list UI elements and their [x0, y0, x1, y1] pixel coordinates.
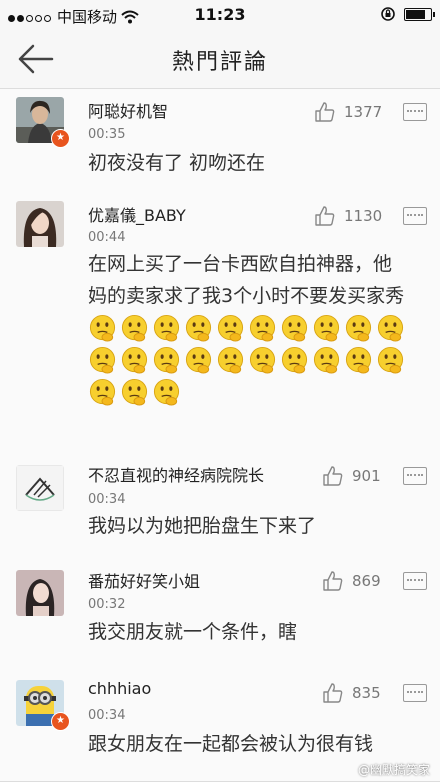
comment-item: ★ 阿聪好机智 00:35 1377 初夜没有了 初吻还在 — [0, 89, 440, 189]
comment-text: 跟女朋友在一起都会被认为很有钱 — [88, 733, 374, 755]
rotation-lock-icon — [381, 7, 395, 21]
thumbs-up-icon — [315, 102, 335, 122]
navigation-bar: 熱門評論 — [0, 30, 440, 89]
comment-item: 优嘉儀_BABY 00:44 1130 在网上买了一台卡西欧自拍神器，他妈的卖家… — [0, 188, 440, 454]
emoji-row — [88, 314, 408, 406]
verified-badge-icon: ★ — [51, 712, 70, 731]
comment-text: 我交朋友就一个条件，瞎 — [88, 621, 298, 643]
battery-icon — [404, 7, 435, 21]
like-button[interactable]: 869 — [322, 570, 381, 592]
like-count: 901 — [352, 467, 381, 485]
avatar[interactable] — [16, 465, 64, 511]
thinking-face-emoji-icon — [152, 378, 181, 407]
comment-text-body: 在网上买了一台卡西欧自拍神器，他妈的卖家求了我3个小时不要发买家秀 — [88, 253, 405, 307]
more-options-icon[interactable] — [403, 207, 427, 225]
thinking-face-emoji-icon — [376, 314, 405, 343]
watermark: @幽默搞笑家 — [357, 763, 430, 777]
thumbs-up-icon — [323, 571, 343, 591]
comment-time: 00:34 — [88, 492, 126, 507]
comment-text: 我妈以为她把胎盘生下来了 — [88, 515, 317, 537]
thinking-face-emoji-icon — [120, 346, 149, 375]
thinking-face-emoji-icon — [152, 314, 181, 343]
thinking-face-emoji-icon — [184, 314, 213, 343]
status-bar: 中国移动 11:23 — [0, 0, 440, 30]
clock: 11:23 — [194, 5, 246, 24]
like-button[interactable]: 1130 — [314, 205, 382, 227]
more-options-icon[interactable] — [403, 103, 427, 121]
thinking-face-emoji-icon — [280, 346, 309, 375]
comment-time: 00:44 — [88, 230, 126, 245]
thinking-face-emoji-icon — [312, 346, 341, 375]
thinking-face-emoji-icon — [280, 314, 309, 343]
thinking-face-emoji-icon — [376, 346, 405, 375]
thinking-face-emoji-icon — [248, 346, 277, 375]
comment-time: 00:35 — [88, 127, 126, 142]
comment-username[interactable]: 番茄好好笑小姐 — [88, 568, 200, 592]
thumbs-up-icon — [323, 466, 343, 486]
thinking-face-emoji-icon — [216, 314, 245, 343]
comment-item: 番茄好好笑小姐 00:32 869 我交朋友就一个条件，瞎 — [0, 558, 440, 665]
thinking-face-emoji-icon — [120, 314, 149, 343]
verified-badge-icon: ★ — [51, 129, 70, 148]
page-title: 熱門評論 — [171, 50, 268, 75]
like-count: 835 — [352, 684, 381, 702]
comment-username[interactable]: chhhiao — [88, 679, 151, 698]
thinking-face-emoji-icon — [152, 346, 181, 375]
thinking-face-emoji-icon — [248, 314, 277, 343]
thinking-face-emoji-icon — [88, 314, 117, 343]
like-count: 1377 — [344, 103, 383, 121]
comment-username[interactable]: 不忍直视的神经病院院长 — [88, 462, 264, 486]
thinking-face-emoji-icon — [120, 378, 149, 407]
like-button[interactable]: 835 — [322, 682, 381, 704]
comment-item: 不忍直视的神经病院院长 00:34 901 我妈以为她把胎盘生下来了 — [0, 453, 440, 559]
comment-text: 初夜没有了 初吻还在 — [88, 152, 266, 174]
like-button[interactable]: 1377 — [314, 101, 382, 123]
comment-time: 00:34 — [88, 708, 126, 723]
thinking-face-emoji-icon — [216, 346, 245, 375]
thinking-face-emoji-icon — [88, 378, 117, 407]
more-options-icon[interactable] — [403, 572, 427, 590]
thinking-face-emoji-icon — [344, 314, 373, 343]
like-count: 869 — [352, 572, 381, 590]
comment-time: 00:32 — [88, 597, 126, 612]
like-count: 1130 — [344, 207, 383, 225]
thinking-face-emoji-icon — [184, 346, 213, 375]
thinking-face-emoji-icon — [312, 314, 341, 343]
thinking-face-emoji-icon — [344, 346, 373, 375]
thumbs-up-icon — [315, 206, 335, 226]
comment-username[interactable]: 优嘉儀_BABY — [88, 202, 186, 226]
comment-username[interactable]: 阿聪好机智 — [88, 98, 168, 122]
more-options-icon[interactable] — [403, 684, 427, 702]
thinking-face-emoji-icon — [88, 346, 117, 375]
comment-text: 在网上买了一台卡西欧自拍神器，他妈的卖家求了我3个小时不要发买家秀 — [88, 248, 410, 408]
more-options-icon[interactable] — [403, 467, 427, 485]
like-button[interactable]: 901 — [322, 465, 381, 487]
avatar[interactable] — [16, 570, 64, 616]
avatar[interactable] — [16, 201, 64, 247]
thumbs-up-icon — [323, 683, 343, 703]
